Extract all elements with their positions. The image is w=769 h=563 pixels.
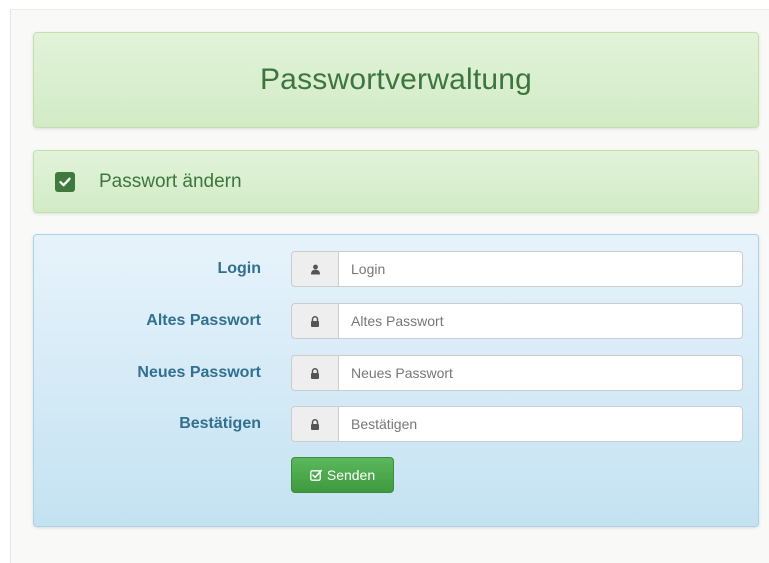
old-password-label: Altes Passwort bbox=[146, 312, 261, 329]
new-password-label: Neues Passwort bbox=[137, 364, 261, 381]
login-label: Login bbox=[217, 260, 261, 277]
confirm-label: Bestätigen bbox=[179, 415, 261, 432]
page-title: Passwortverwaltung bbox=[259, 63, 533, 96]
confirm-input-group bbox=[291, 406, 743, 442]
login-input-group bbox=[291, 251, 743, 287]
check-square-icon bbox=[310, 469, 322, 481]
lock-icon bbox=[291, 355, 338, 391]
title-panel: Passwortverwaltung bbox=[33, 32, 759, 128]
new-password-input[interactable] bbox=[338, 355, 743, 391]
form-row-login: Login bbox=[34, 251, 760, 287]
checkbox-checked-icon[interactable] bbox=[55, 171, 75, 192]
old-password-input-group bbox=[291, 303, 743, 339]
lock-icon bbox=[291, 303, 338, 339]
lock-icon bbox=[291, 406, 338, 442]
section-panel: Passwort ändern bbox=[33, 150, 759, 213]
send-button[interactable]: Senden bbox=[291, 457, 394, 493]
new-password-input-group bbox=[291, 355, 743, 391]
login-input[interactable] bbox=[338, 251, 743, 287]
form-row-old-password: Altes Passwort bbox=[34, 303, 760, 339]
password-form: Login Altes Passwort Neues Passwort bbox=[33, 234, 759, 527]
confirm-password-input[interactable] bbox=[338, 406, 743, 442]
user-icon bbox=[291, 251, 338, 287]
old-password-input[interactable] bbox=[338, 303, 743, 339]
section-label: Passwort ändern bbox=[99, 170, 242, 192]
send-button-label: Senden bbox=[326, 467, 376, 483]
form-row-new-password: Neues Passwort bbox=[34, 355, 760, 391]
form-row-confirm: Bestätigen bbox=[34, 406, 760, 442]
